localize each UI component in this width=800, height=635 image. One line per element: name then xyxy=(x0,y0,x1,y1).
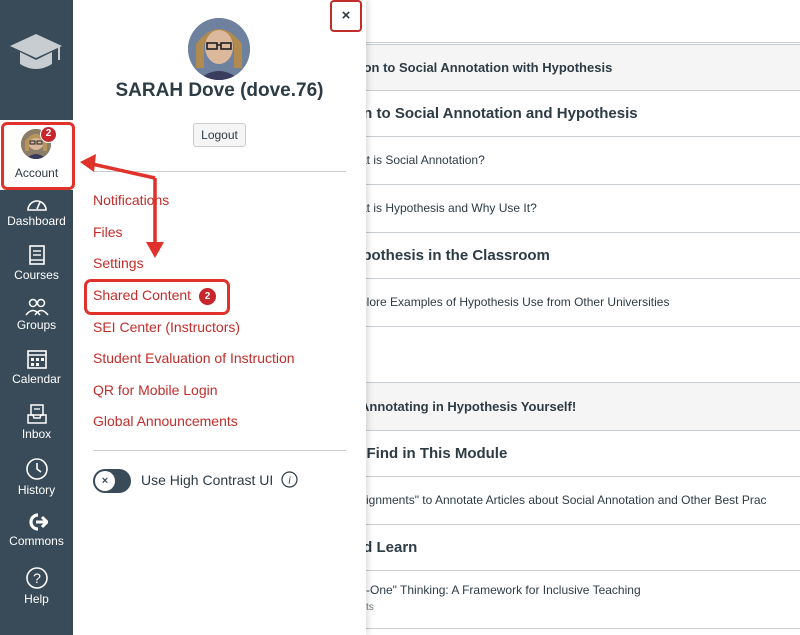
nav-commons-label: Commons xyxy=(9,534,64,548)
high-contrast-toggle[interactable]: × xyxy=(93,469,131,493)
nav-groups[interactable]: Groups xyxy=(0,298,73,332)
module-item-title[interactable]: signments" to Annotate Articles about So… xyxy=(366,493,767,507)
nav-help-label: Help xyxy=(24,592,49,606)
shared-content-annotation-highlight xyxy=(84,279,230,315)
close-tray-button[interactable]: × xyxy=(330,0,362,32)
module-item[interactable]: s-One" Thinking: A Framework for Inclusi… xyxy=(366,570,800,628)
module-item-title[interactable]: plore Examples of Hypothesis Use from Ot… xyxy=(366,295,669,309)
tray-divider xyxy=(93,171,346,172)
history-icon xyxy=(25,458,48,480)
module-list: ion to Social Annotation with Hypothesis… xyxy=(366,0,800,635)
nav-calendar[interactable]: Calendar xyxy=(0,348,73,386)
module-header-title: ion to Social Annotation with Hypothesis xyxy=(366,60,613,75)
module-subheader: nd Learn xyxy=(366,524,800,570)
module-subheader: ypothesis in the Classroom xyxy=(366,232,800,278)
tray-link-notifications[interactable]: Notifications xyxy=(93,192,169,208)
nav-inbox-label: Inbox xyxy=(21,427,52,441)
commons-icon xyxy=(28,513,48,531)
nav-commons[interactable]: Commons xyxy=(0,512,73,548)
module-header[interactable]: ion to Social Annotation with Hypothesis xyxy=(366,44,800,90)
help-icon: ? xyxy=(25,567,48,589)
module-spacer xyxy=(366,326,800,382)
toggle-off-icon: × xyxy=(95,471,115,491)
module-item[interactable]: plore Examples of Hypothesis Use from Ot… xyxy=(366,278,800,326)
graduation-cap-logo-icon[interactable] xyxy=(8,28,64,76)
nav-calendar-label: Calendar xyxy=(12,372,61,386)
module-item[interactable]: signments" to Annotate Articles about So… xyxy=(366,476,800,524)
calendar-icon xyxy=(26,350,47,369)
nav-dashboard[interactable]: Dashboard xyxy=(0,194,73,228)
svg-text:?: ? xyxy=(33,570,41,586)
module-item-meta: ts xyxy=(366,602,374,613)
tray-link-global-announcements[interactable]: Global Announcements xyxy=(93,413,238,429)
module-subheader-title: ypothesis in the Classroom xyxy=(366,247,550,264)
tray-link-settings[interactable]: Settings xyxy=(93,255,144,271)
nav-history[interactable]: History xyxy=(0,457,73,497)
account-annotation-highlight xyxy=(1,122,75,190)
module-divider xyxy=(366,628,800,635)
user-display-name: SARAH Dove (dove.76) xyxy=(115,80,324,101)
module-subheader-title: ll Find in This Module xyxy=(366,445,508,462)
nav-courses-label: Courses xyxy=(14,268,59,282)
nav-help[interactable]: ? Help xyxy=(0,566,73,606)
dashboard-icon xyxy=(26,200,47,211)
nav-dashboard-label: Dashboard xyxy=(7,214,66,228)
info-icon[interactable]: i xyxy=(281,471,298,488)
module-subheader: on to Social Annotation and Hypothesis xyxy=(366,90,800,136)
tray-link-qr-mobile-login[interactable]: QR for Mobile Login xyxy=(93,382,218,398)
high-contrast-label: Use High Contrast UI xyxy=(141,472,274,488)
module-subheader-title: on to Social Annotation and Hypothesis xyxy=(366,105,638,122)
tray-link-sei-center[interactable]: SEI Center (Instructors) xyxy=(93,319,240,335)
module-subheader-title: nd Learn xyxy=(366,539,418,556)
module-header-title: Annotating in Hypothesis Yourself! xyxy=(366,399,577,414)
svg-text:i: i xyxy=(288,475,291,487)
account-tray: × SARAH Dove (dove.76) Logout Notificati… xyxy=(73,0,366,635)
module-subheader: ll Find in This Module xyxy=(366,430,800,476)
nav-groups-label: Groups xyxy=(16,318,57,332)
nav-courses[interactable]: Courses xyxy=(0,244,73,282)
logout-button[interactable]: Logout xyxy=(193,123,246,147)
nav-history-label: History xyxy=(17,483,56,497)
inbox-icon xyxy=(26,404,47,424)
module-item-title[interactable]: s-One" Thinking: A Framework for Inclusi… xyxy=(366,583,641,597)
courses-icon xyxy=(28,245,45,265)
tray-divider xyxy=(93,450,346,451)
nav-inbox[interactable]: Inbox xyxy=(0,403,73,441)
user-avatar xyxy=(188,18,250,80)
module-item[interactable]: at is Social Annotation? xyxy=(366,136,800,184)
module-header[interactable]: Annotating in Hypothesis Yourself! xyxy=(366,382,800,430)
tray-link-student-evaluation[interactable]: Student Evaluation of Instruction xyxy=(93,350,295,366)
global-nav: 2 Account Dashboard Courses Groups Calen… xyxy=(0,0,73,635)
module-item-title[interactable]: at is Social Annotation? xyxy=(366,153,485,167)
module-item-title[interactable]: at is Hypothesis and Why Use It? xyxy=(366,201,537,215)
groups-icon xyxy=(24,298,49,316)
tray-link-files[interactable]: Files xyxy=(93,224,123,240)
module-item[interactable]: at is Hypothesis and Why Use It? xyxy=(366,184,800,232)
